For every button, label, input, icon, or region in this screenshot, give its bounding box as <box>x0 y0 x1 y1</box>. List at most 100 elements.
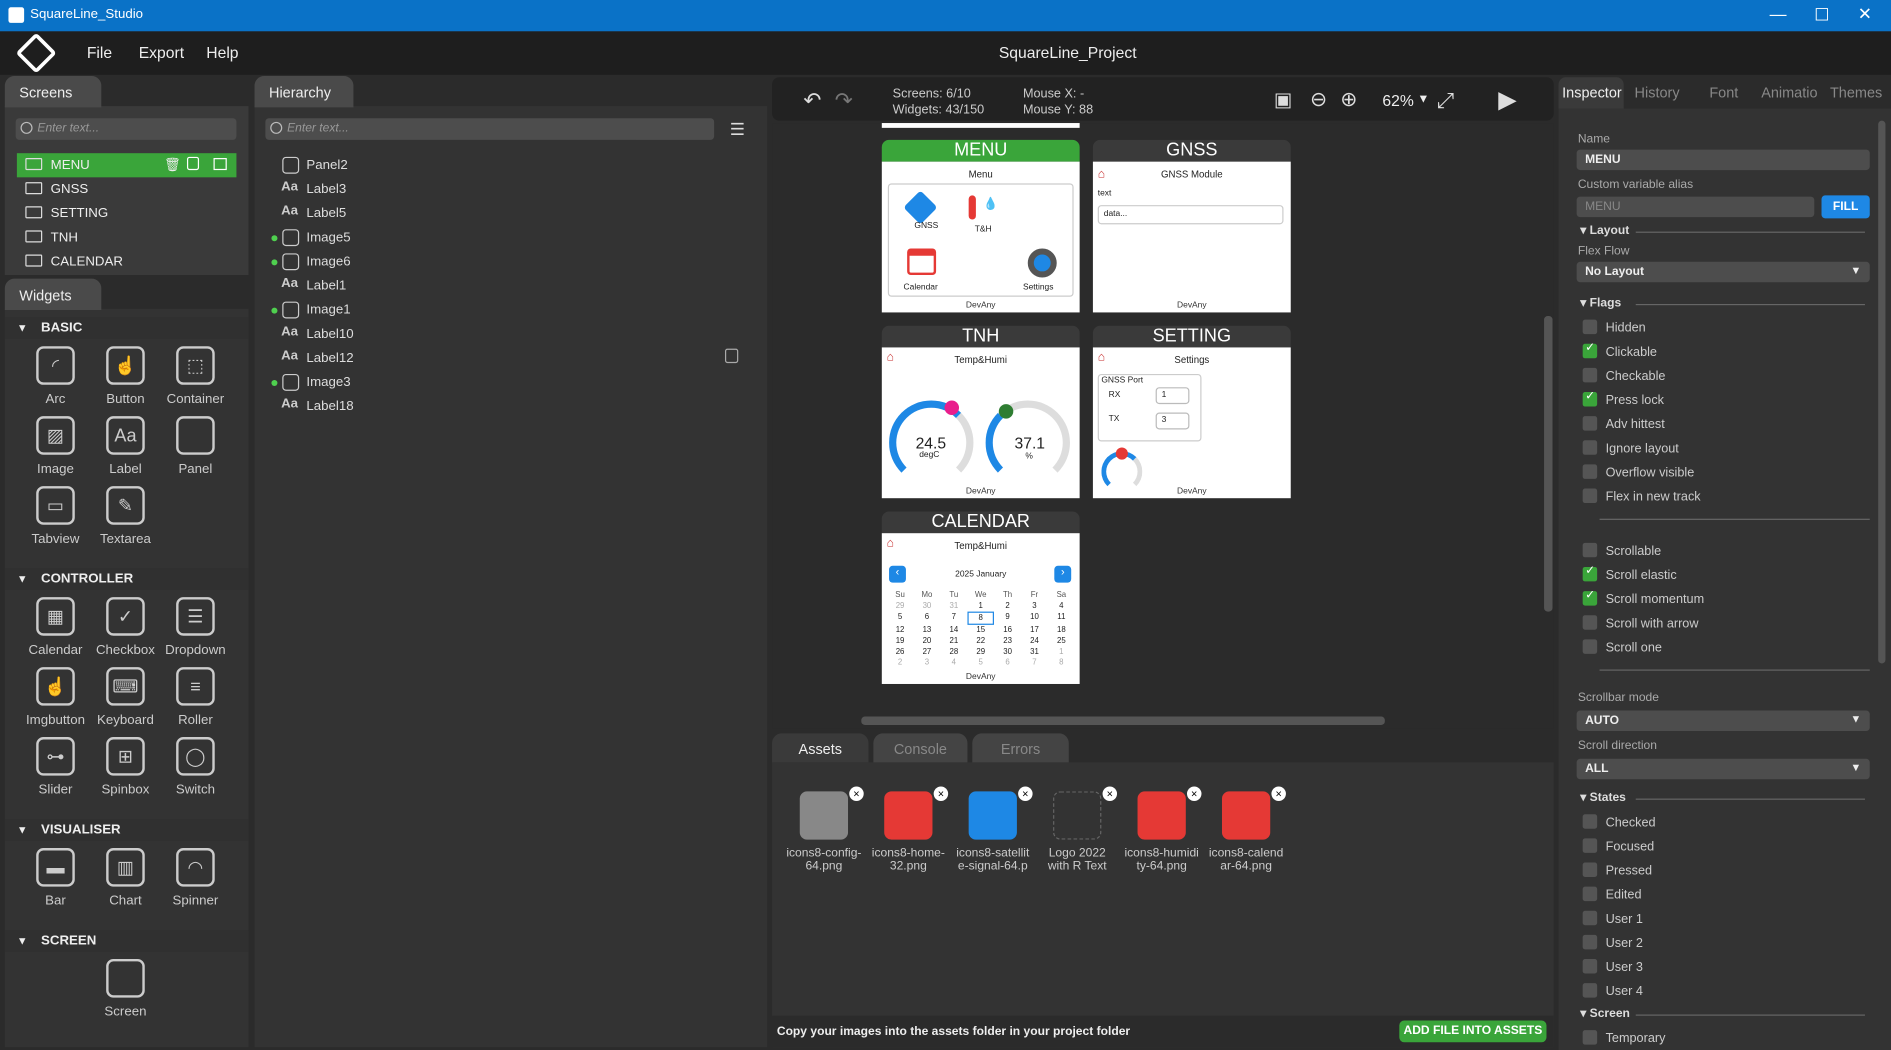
remove-icon[interactable]: × <box>849 786 864 801</box>
asset-item[interactable]: × Logo 2022 with R Text <box>1037 786 1118 873</box>
duplicate-icon[interactable] <box>213 158 227 171</box>
hierarchy-item[interactable]: Image5 <box>271 227 738 251</box>
asset-item[interactable]: × icons8-config-64.png <box>784 786 864 873</box>
checkbox-pressed[interactable]: Pressed <box>1582 862 1652 881</box>
layout-section[interactable]: ▾ Layout <box>1580 224 1863 238</box>
menu-help[interactable]: Help <box>206 43 238 61</box>
checkbox-scroll-one[interactable]: Scroll one <box>1582 639 1662 658</box>
checkbox-temporary[interactable]: Temporary <box>1582 1030 1665 1048</box>
widget-tabview[interactable]: ▭ Tabview <box>21 484 91 554</box>
menu-file[interactable]: File <box>87 43 112 61</box>
tab-screens[interactable]: Screens <box>4 75 102 108</box>
widget-slider[interactable]: ⊶ Slider <box>21 735 91 805</box>
checkbox-scroll-with-arrow[interactable]: Scroll with arrow <box>1582 615 1699 633</box>
chevron-down-icon[interactable]: ▼ <box>1417 93 1429 106</box>
scrollbar-mode-select[interactable]: AUTO ▼ <box>1576 710 1870 732</box>
screen-item[interactable]: MENU 🗑 <box>16 153 237 178</box>
play-icon[interactable]: ▶ <box>1498 84 1517 114</box>
lock-icon[interactable] <box>724 348 739 364</box>
widget-button[interactable]: ☝ Button <box>90 344 160 414</box>
section-basic[interactable]: ▼ BASIC <box>4 317 249 339</box>
widget-checkbox[interactable]: ✓ Checkbox <box>90 595 160 665</box>
checkbox-overflow-visible[interactable]: Overflow visible <box>1582 464 1694 483</box>
flags-section[interactable]: ▾ Flags <box>1580 297 1865 310</box>
widget-chart[interactable]: ▥ Chart <box>90 846 160 916</box>
asset-item[interactable]: × icons8-satellit e-signal-64.p <box>953 786 1033 873</box>
checkbox-user-3[interactable]: User 3 <box>1582 959 1643 977</box>
hierarchy-item[interactable]: Aa Label5 <box>280 203 738 227</box>
widget-dropdown[interactable]: ☰ Dropdown <box>160 595 230 665</box>
zoom-out-icon[interactable]: ⊖ <box>1310 88 1327 112</box>
tab-history[interactable]: History <box>1635 77 1680 108</box>
asset-item[interactable]: × icons8-home-32.png <box>869 786 949 873</box>
screen-calendar[interactable]: ⌂ Temp&Humi ‹ 2025 January › Su Mo Tu We Th F… <box>881 533 1080 684</box>
minimize-icon[interactable]: — <box>1770 4 1787 23</box>
remove-icon[interactable]: × <box>1271 786 1286 801</box>
checkbox-scroll-momentum[interactable]: Scroll momentum <box>1582 589 1704 609</box>
checkbox-hidden[interactable]: Hidden <box>1582 319 1646 338</box>
screen-menu[interactable]: Menu GNSS 💧 T&H Calendar Settings DevAny <box>881 161 1080 313</box>
tab-themes[interactable]: Themes <box>1830 77 1882 108</box>
hierarchy-item[interactable]: Image6 <box>271 251 738 275</box>
zoom-in-icon[interactable]: ⊕ <box>1340 88 1357 112</box>
checkbox-scrollable[interactable]: Scrollable <box>1582 542 1661 561</box>
canvas-vscroll[interactable] <box>1544 316 1553 612</box>
hierarchy-item[interactable]: Aa Label1 <box>280 275 738 299</box>
widget-screen[interactable]: Screen <box>90 957 160 1027</box>
widget-panel[interactable]: Panel <box>160 414 230 484</box>
states-section[interactable]: ▾ States <box>1580 791 1864 805</box>
checkbox-focused[interactable]: Focused <box>1582 838 1654 857</box>
checkbox-scroll-elastic[interactable]: Scroll elastic <box>1582 565 1677 585</box>
section-controller[interactable]: ▼ CONTROLLER <box>4 568 249 590</box>
add-file-button[interactable]: ADD FILE INTO ASSETS <box>1399 1020 1547 1043</box>
hierarchy-search-input[interactable]: Enter text... <box>265 118 715 140</box>
checkbox-flex-in-new-track[interactable]: Flex in new track <box>1582 488 1701 507</box>
checkbox-user-4[interactable]: User 4 <box>1582 983 1643 1001</box>
screen-item[interactable]: GNSS <box>17 177 237 201</box>
widget-container[interactable]: ⬚ Container <box>160 344 230 414</box>
checkbox-adv-hittest[interactable]: Adv hittest <box>1582 416 1665 434</box>
widget-roller[interactable]: ≡ Roller <box>160 665 230 735</box>
hierarchy-item[interactable]: Image3 <box>271 372 738 396</box>
asset-item[interactable]: × icons8-humidi ty-64.png <box>1122 786 1202 873</box>
tab-animation[interactable]: Animatio <box>1761 77 1817 108</box>
widget-arc[interactable]: ◜ Arc <box>21 344 91 414</box>
screen-item[interactable]: TNH <box>17 226 237 250</box>
tab-font[interactable]: Font <box>1709 77 1738 108</box>
remove-icon[interactable]: × <box>1186 786 1202 801</box>
unlock-icon[interactable] <box>186 156 200 171</box>
asset-item[interactable]: × icons8-calend ar-64.png <box>1206 786 1286 873</box>
screens-search-input[interactable]: Enter text... <box>15 118 237 140</box>
maximize-icon[interactable]: ☐ <box>1814 5 1829 26</box>
checkbox-user-2[interactable]: User 2 <box>1582 934 1643 953</box>
screen-gnss[interactable]: ⌂ GNSS Module text data... DevAny <box>1092 161 1291 313</box>
remove-icon[interactable]: × <box>1018 786 1033 801</box>
redo-icon[interactable]: ↷ <box>835 88 853 113</box>
delete-icon[interactable]: 🗑 <box>164 157 181 172</box>
screen-tnh[interactable]: ⌂ Temp&Humi 24.5 degC 37.1 % DevAny <box>881 347 1080 499</box>
section-screen[interactable]: ▼ SCREEN <box>4 930 249 952</box>
widget-bar[interactable]: ▬ Bar <box>21 846 91 916</box>
tab-inspector[interactable]: Inspector <box>1562 77 1622 108</box>
checkbox-user-1[interactable]: User 1 <box>1582 910 1643 929</box>
close-icon[interactable]: ✕ <box>1858 4 1872 25</box>
name-field[interactable]: MENU <box>1576 149 1870 171</box>
hierarchy-item[interactable]: Image1 <box>271 299 738 323</box>
screen-item[interactable]: CALENDAR <box>17 250 237 274</box>
checkbox-clickable[interactable]: Clickable <box>1582 341 1657 362</box>
canvas-hscroll[interactable] <box>861 716 1385 725</box>
hierarchy-item[interactable]: Aa Label12 <box>280 347 738 371</box>
flex-flow-select[interactable]: No Layout ▼ <box>1576 261 1870 283</box>
widget-imgbutton[interactable]: ☝ Imgbutton <box>21 665 91 735</box>
screen-title-gnss[interactable]: GNSS <box>1092 139 1291 162</box>
checkbox-press-lock[interactable]: Press lock <box>1582 390 1664 410</box>
image-icon[interactable]: ▣ <box>1274 88 1292 112</box>
widget-keyboard[interactable]: ⌨ Keyboard <box>90 665 160 735</box>
menu-export[interactable]: Export <box>139 43 184 61</box>
checkbox-checkable[interactable]: Checkable <box>1582 367 1665 386</box>
widget-spinner[interactable]: ◠ Spinner <box>160 846 230 916</box>
fullscreen-icon[interactable]: ⤢ <box>1437 88 1454 113</box>
screen-section[interactable]: ▾ Screen <box>1580 1007 1867 1021</box>
widget-calendar[interactable]: ▦ Calendar <box>21 595 91 665</box>
tab-assets[interactable]: Assets <box>772 733 869 763</box>
